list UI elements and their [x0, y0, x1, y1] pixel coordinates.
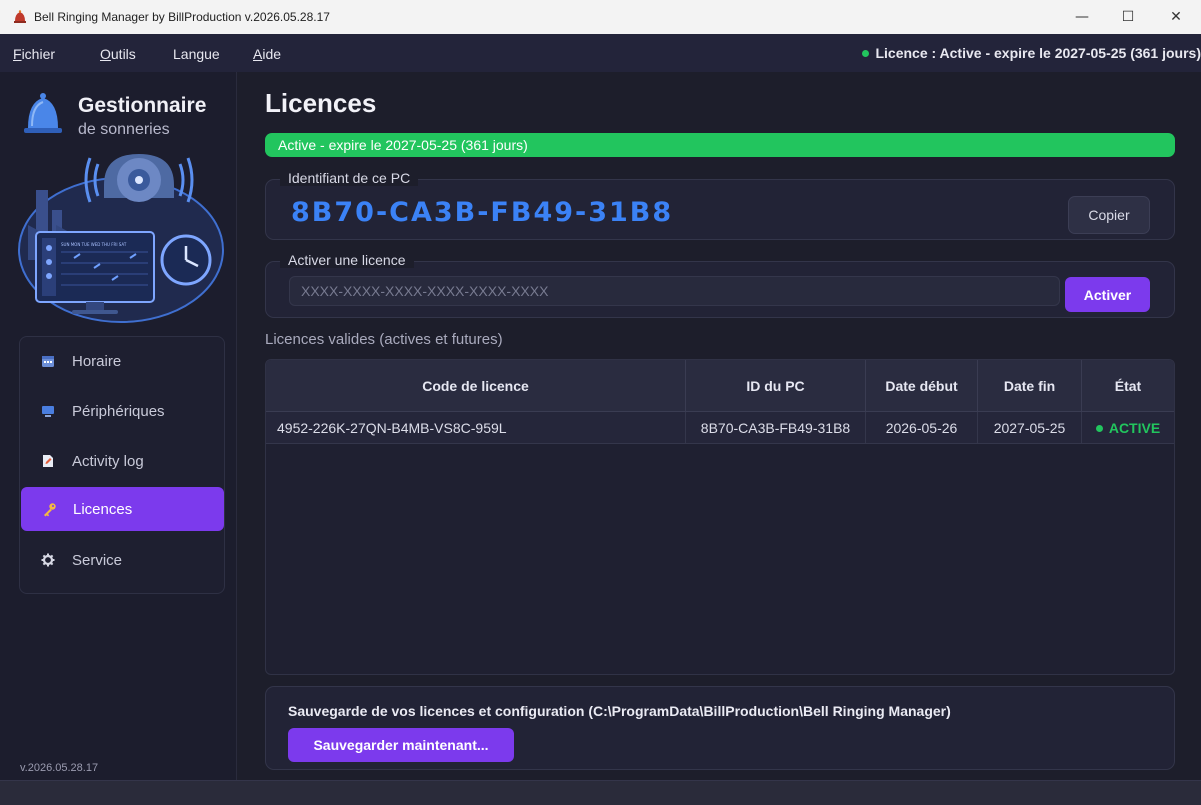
bell-app-icon	[14, 10, 26, 23]
minimize-button[interactable]: —	[1059, 0, 1105, 34]
table-row[interactable]: 4952-226K-27QN-B4MB-VS8C-959L 8B70-CA3B-…	[266, 412, 1174, 444]
nav-item-horaire[interactable]: Horaire	[20, 339, 224, 383]
column-header-state[interactable]: État	[1082, 360, 1174, 412]
copy-button[interactable]: Copier	[1068, 196, 1150, 234]
factory-bell-illustration: SUN MON TUE WED THU FRI SAT	[18, 154, 224, 323]
activate-group-label: Activer une licence	[280, 252, 414, 268]
window-title: Bell Ringing Manager by BillProduction v…	[34, 10, 330, 24]
minimize-icon: —	[1075, 9, 1089, 25]
nav-label: Horaire	[72, 352, 122, 370]
nav-label: Périphériques	[72, 402, 165, 420]
license-status-indicator: Licence : Active - expire le 2027-05-25 …	[862, 45, 1201, 61]
status-dot-icon	[862, 49, 870, 57]
nav-label: Licences	[73, 500, 133, 518]
backup-section: Sauvegarde de vos licences et configurat…	[265, 686, 1175, 770]
menu-bar: Fichier Outils Langue Aide Licence : Act…	[0, 34, 1201, 72]
nav-label: Service	[72, 551, 123, 569]
cell-end-date: 2027-05-25	[978, 412, 1082, 444]
activate-license-group: Activer une licence Activer	[265, 252, 1175, 318]
brand-title: Gestionnaire	[78, 94, 207, 117]
brand-subtitle: de sonneries	[78, 121, 170, 138]
app-version: v.2026.05.28.17	[20, 762, 99, 774]
nav-menu: Horaire Périphériques Activity log Licen…	[19, 336, 225, 594]
pc-id-group-label: Identifiant de ce PC	[280, 170, 419, 186]
close-icon: ✕	[1170, 9, 1182, 25]
column-header-code[interactable]: Code de licence	[266, 360, 686, 412]
sidebar: Gestionnaire de sonneries SUN MON TUE WE…	[0, 72, 237, 780]
monitor-icon	[40, 403, 56, 419]
active-dot-icon	[1095, 424, 1103, 432]
pc-id-value: 8B70-CA3B-FB49-31B8	[291, 197, 674, 228]
cell-start-date: 2026-05-26	[866, 412, 978, 444]
state-label: ACTIVE	[1108, 420, 1161, 436]
licenses-table: Code de licence ID du PC Date début Date…	[265, 359, 1175, 675]
backup-now-button[interactable]: Sauvegarder maintenant...	[288, 728, 514, 762]
close-button[interactable]: ✕	[1153, 0, 1199, 34]
cell-pc-id: 8B70-CA3B-FB49-31B8	[686, 412, 866, 444]
key-icon	[41, 501, 57, 517]
menu-outils[interactable]: Outils	[100, 46, 136, 62]
license-key-input[interactable]	[289, 276, 1060, 306]
cell-license-code: 4952-226K-27QN-B4MB-VS8C-959L	[266, 412, 686, 444]
svg-text:SUN MON TUE WED THU FRI SAT: SUN MON TUE WED THU FRI SAT	[61, 242, 127, 247]
table-header: Code de licence ID du PC Date début Date…	[266, 360, 1174, 412]
page-title: Licences	[265, 88, 377, 118]
license-status-banner: Active - expire le 2027-05-25 (361 jours…	[265, 133, 1175, 157]
maximize-icon: ☐	[1121, 9, 1135, 25]
nav-item-service[interactable]: Service	[20, 538, 224, 582]
nav-label: Activity log	[72, 452, 144, 470]
menu-langue[interactable]: Langue	[173, 46, 220, 62]
gear-icon	[40, 552, 56, 568]
column-header-end-date[interactable]: Date fin	[978, 360, 1082, 412]
activate-button[interactable]: Activer	[1065, 277, 1150, 312]
nav-item-peripheriques[interactable]: Périphériques	[20, 389, 224, 433]
column-header-start-date[interactable]: Date début	[866, 360, 978, 412]
menu-fichier[interactable]: Fichier	[13, 46, 55, 62]
nav-item-licences[interactable]: Licences	[21, 487, 224, 531]
backup-label: Sauvegarde de vos licences et configurat…	[288, 703, 951, 719]
nav-item-activity-log[interactable]: Activity log	[20, 439, 224, 483]
maximize-button[interactable]: ☐	[1105, 0, 1151, 34]
pc-id-group: Identifiant de ce PC 8B70-CA3B-FB49-31B8…	[265, 170, 1175, 240]
menu-aide[interactable]: Aide	[253, 46, 281, 62]
window-title-bar: Bell Ringing Manager by BillProduction v…	[0, 0, 1201, 34]
bell-logo-icon	[24, 93, 62, 133]
calendar-icon	[40, 353, 56, 369]
column-header-pc-id[interactable]: ID du PC	[686, 360, 866, 412]
valid-licenses-caption: Licences valides (actives et futures)	[265, 331, 503, 348]
cell-state: ACTIVE	[1082, 412, 1174, 444]
log-icon	[40, 453, 56, 469]
status-footer	[0, 780, 1201, 805]
